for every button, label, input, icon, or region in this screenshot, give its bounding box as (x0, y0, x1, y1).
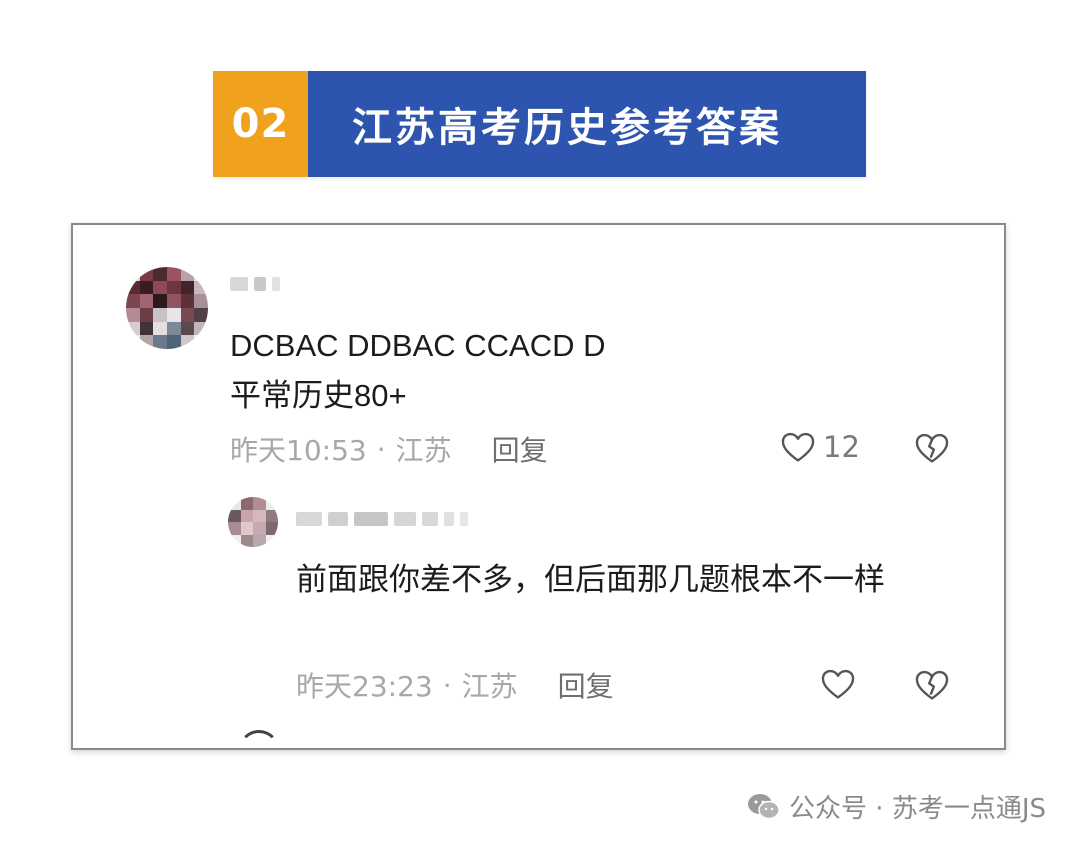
comment-time: 昨天10:53 (230, 434, 367, 467)
reply-reply-button[interactable]: 回复 (558, 665, 614, 705)
comment-like-count: 12 (823, 430, 860, 464)
comment-like-button[interactable]: 12 (779, 428, 860, 466)
reply-like-button[interactable] (819, 665, 857, 703)
meta-separator: · (442, 668, 452, 702)
wechat-account-watermark: 公众号 · 苏考一点通JS (747, 788, 1046, 825)
commenter-name-blurred (230, 277, 280, 291)
meta-separator: · (376, 432, 386, 466)
broken-heart-icon (915, 670, 949, 700)
heart-icon (821, 669, 855, 699)
section-title: 江苏高考历史参考答案 (308, 71, 866, 177)
section-banner: 02 江苏高考历史参考答案 (213, 71, 866, 177)
reply-dislike-button[interactable] (913, 666, 951, 704)
heart-icon (781, 432, 815, 462)
commenter-avatar[interactable] (126, 267, 208, 349)
reply-location: 江苏 (461, 670, 518, 703)
broken-heart-icon (915, 433, 949, 463)
comment-line-answers: DCBAC DDBAC CCACD D (230, 328, 606, 363)
next-comment-avatar-edge (238, 730, 280, 748)
comment-dislike-button[interactable] (913, 429, 951, 467)
replier-avatar[interactable] (228, 497, 278, 547)
comment-location: 江苏 (395, 434, 452, 467)
comment-meta: 昨天10:53 · 江苏 回复 (230, 429, 548, 469)
watermark-text: 公众号 · 苏考一点通JS (789, 794, 1046, 824)
replier-name-blurred (296, 512, 468, 526)
reply-meta: 昨天23:23 · 江苏 回复 (296, 665, 614, 705)
comment-line-note: 平常历史80+ (230, 378, 407, 413)
reply-text: 前面跟你差不多，但后面那几题根本不一样 (296, 562, 885, 598)
reply-time: 昨天23:23 (296, 670, 433, 703)
section-number: 02 (213, 71, 308, 177)
comment-text: DCBAC DDBAC CCACD D 平常历史80+ (230, 321, 605, 421)
comment-screenshot: DCBAC DDBAC CCACD D 平常历史80+ 昨天10:53 · 江苏… (71, 223, 1006, 750)
comment-reply-button[interactable]: 回复 (492, 429, 548, 469)
wechat-icon (748, 793, 780, 819)
